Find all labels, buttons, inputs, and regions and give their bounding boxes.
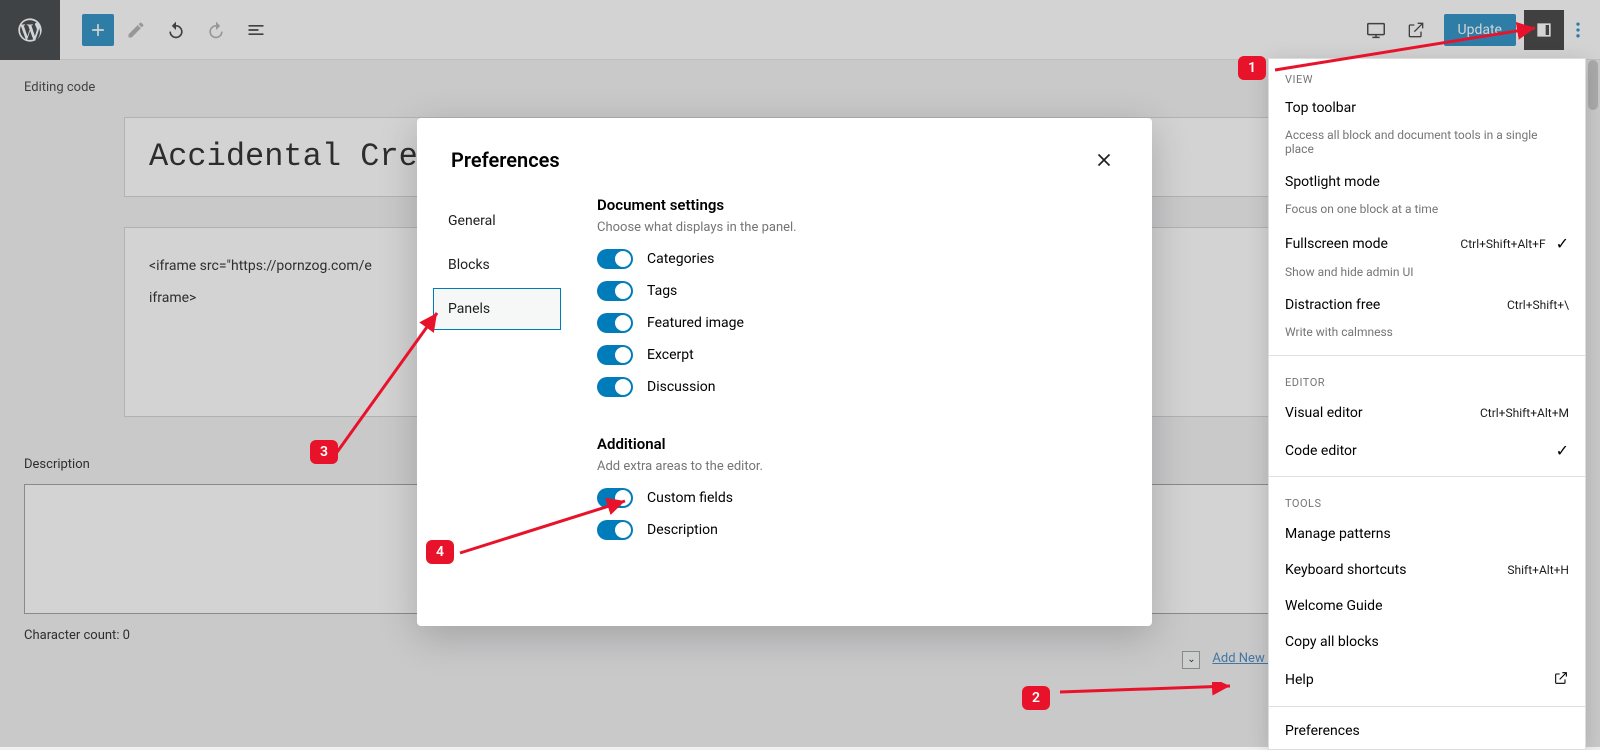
dd-item-title: Keyboard shortcuts	[1285, 562, 1406, 578]
wordpress-icon	[16, 16, 44, 44]
add-block-button[interactable]	[82, 14, 114, 46]
check-icon: ✓	[1556, 234, 1569, 253]
undo-icon[interactable]	[158, 12, 194, 48]
view-post-icon[interactable]	[1396, 10, 1436, 50]
dd-item-title: Code editor	[1285, 443, 1357, 459]
preview-desktop-icon[interactable]	[1356, 10, 1396, 50]
dd-item-title: Welcome Guide	[1285, 598, 1383, 614]
kebab-icon	[1568, 20, 1588, 40]
annotation-1: 1	[1238, 56, 1266, 80]
dd-distraction[interactable]: Distraction free Ctrl+Shift+\ Write with…	[1269, 289, 1585, 349]
section-additional: Additional	[597, 435, 1132, 453]
tab-general[interactable]: General	[433, 200, 561, 242]
toggle-description[interactable]	[597, 520, 633, 540]
toggle-label: Description	[647, 522, 718, 538]
dd-group-view: VIEW	[1269, 59, 1585, 92]
section-doc-sub: Choose what displays in the panel.	[597, 220, 1132, 235]
dd-visual-editor[interactable]: Visual editor Ctrl+Shift+Alt+M	[1269, 395, 1585, 431]
plus-icon	[88, 20, 108, 40]
update-button[interactable]: Update	[1444, 14, 1516, 46]
wp-logo[interactable]	[0, 0, 60, 60]
dd-group-tools: TOOLS	[1269, 483, 1585, 516]
dd-code-editor[interactable]: Code editor ✓	[1269, 431, 1585, 470]
settings-sidebar-toggle[interactable]	[1524, 10, 1564, 50]
dd-shortcut: Ctrl+Shift+\	[1507, 298, 1569, 312]
toggle-custom-fields[interactable]	[597, 488, 633, 508]
dd-item-title: Distraction free	[1285, 297, 1380, 313]
scrollbar-thumb[interactable]	[1588, 60, 1598, 110]
scrollbar-track[interactable]	[1586, 60, 1600, 747]
dd-spotlight[interactable]: Spotlight mode Focus on one block at a t…	[1269, 166, 1585, 226]
dd-item-title: Copy all blocks	[1285, 634, 1379, 650]
panel-icon	[1534, 20, 1554, 40]
dd-item-sub: Show and hide admin UI	[1285, 265, 1569, 279]
category-expand-icon[interactable]: ⌄	[1182, 651, 1200, 669]
check-icon: ✓	[1556, 441, 1569, 460]
dd-item-title: Visual editor	[1285, 405, 1363, 421]
options-dropdown: VIEW Top toolbar Access all block and do…	[1268, 58, 1586, 750]
redo-icon[interactable]	[198, 12, 234, 48]
dd-shortcut: Ctrl+Shift+Alt+F	[1460, 237, 1545, 251]
modal-title: Preferences	[451, 148, 560, 172]
preferences-modal: Preferences General Blocks Panels Docume…	[417, 118, 1152, 626]
editing-code-label: Editing code	[24, 80, 95, 95]
dd-item-title: Fullscreen mode	[1285, 236, 1388, 252]
annotation-4: 4	[426, 540, 454, 564]
dd-help[interactable]: Help	[1269, 660, 1585, 700]
modal-close-button[interactable]	[1090, 146, 1118, 174]
document-outline-icon[interactable]	[238, 12, 274, 48]
toggle-label: Custom fields	[647, 490, 733, 506]
section-doc-settings: Document settings	[597, 196, 1132, 214]
toggle-label: Discussion	[647, 379, 715, 395]
toggle-discussion[interactable]	[597, 377, 633, 397]
dd-copy-blocks[interactable]: Copy all blocks	[1269, 624, 1585, 660]
toggle-label: Excerpt	[647, 347, 694, 363]
dd-group-editor: EDITOR	[1269, 362, 1585, 395]
dd-item-title: Manage patterns	[1285, 526, 1391, 542]
dd-item-title: Top toolbar	[1285, 100, 1569, 116]
dd-item-title: Spotlight mode	[1285, 174, 1569, 190]
dd-shortcut: Shift+Alt+H	[1507, 563, 1569, 577]
dd-item-sub: Focus on one block at a time	[1285, 202, 1569, 216]
dd-manage-patterns[interactable]: Manage patterns	[1269, 516, 1585, 552]
dd-item-title: Preferences	[1285, 723, 1360, 739]
toggle-categories[interactable]	[597, 249, 633, 269]
annotation-2: 2	[1022, 686, 1050, 710]
dd-fullscreen[interactable]: Fullscreen mode Ctrl+Shift+Alt+F ✓ Show …	[1269, 226, 1585, 289]
dd-top-toolbar[interactable]: Top toolbar Access all block and documen…	[1269, 92, 1585, 166]
dd-item-title: Help	[1285, 672, 1314, 688]
dd-shortcut: Ctrl+Shift+Alt+M	[1480, 406, 1569, 420]
toggle-featured-image[interactable]	[597, 313, 633, 333]
annotation-3: 3	[310, 440, 338, 464]
toggle-label: Tags	[647, 283, 677, 299]
toggle-label: Categories	[647, 251, 714, 267]
options-menu-button[interactable]	[1564, 20, 1592, 40]
dd-keyboard-shortcuts[interactable]: Keyboard shortcuts Shift+Alt+H	[1269, 552, 1585, 588]
modal-tabs: General Blocks Panels	[417, 192, 577, 556]
edit-tool-icon[interactable]	[118, 12, 154, 48]
editor-topbar: Update	[0, 0, 1600, 60]
dd-item-sub: Access all block and document tools in a…	[1285, 128, 1569, 156]
dd-item-sub: Write with calmness	[1285, 325, 1569, 339]
section-additional-sub: Add extra areas to the editor.	[597, 459, 1132, 474]
tab-panels[interactable]: Panels	[433, 288, 561, 330]
close-icon	[1093, 149, 1115, 171]
toggle-excerpt[interactable]	[597, 345, 633, 365]
tab-blocks[interactable]: Blocks	[433, 244, 561, 286]
dd-welcome-guide[interactable]: Welcome Guide	[1269, 588, 1585, 624]
external-link-icon	[1553, 670, 1569, 690]
dd-preferences[interactable]: Preferences	[1269, 713, 1585, 749]
toggle-label: Featured image	[647, 315, 744, 331]
toggle-tags[interactable]	[597, 281, 633, 301]
